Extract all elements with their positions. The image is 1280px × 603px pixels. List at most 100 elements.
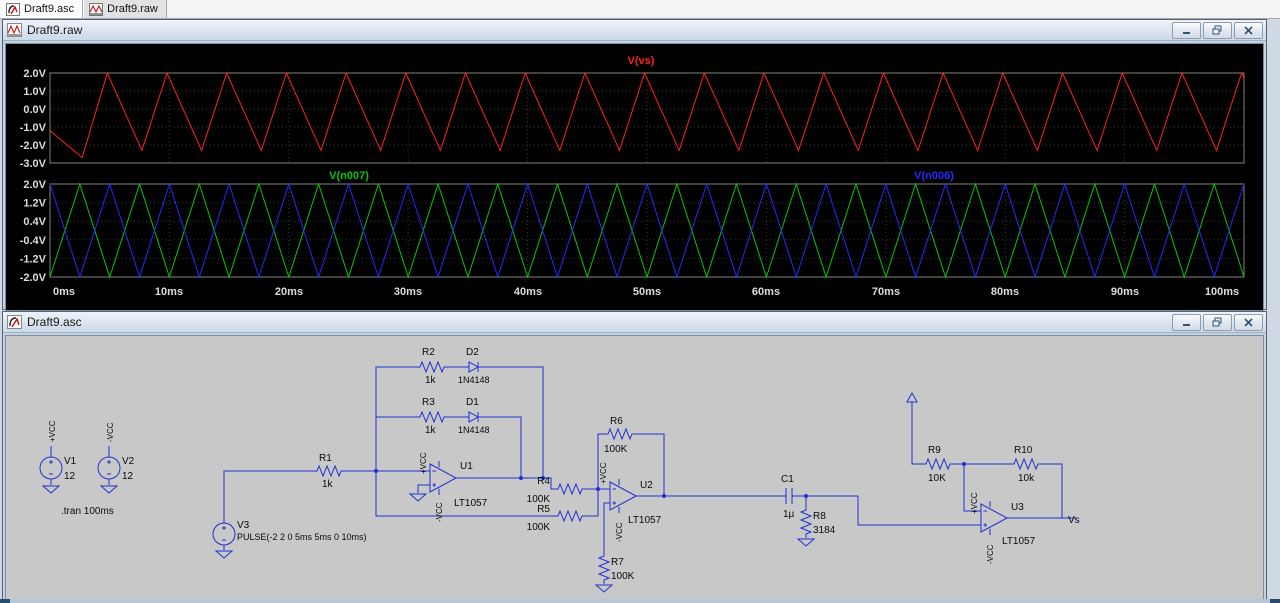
component-v1[interactable]: +VCC V1 12 [39, 420, 77, 494]
ground-symbol[interactable] [409, 493, 427, 502]
component-r6[interactable]: R6 100K [603, 416, 637, 455]
svg-text:LT1057[interactable]: LT1057 [628, 515, 662, 526]
svg-text:R5[interactable]: R5 [537, 504, 550, 515]
schematic-canvas[interactable]: +VCC V1 12 -VCC V2 12 .tran 100ms V3 PUL… [5, 335, 1264, 601]
component-r10[interactable]: R10 10k [1009, 445, 1043, 484]
svg-text:1N4148[interactable]: 1N4148 [458, 375, 490, 385]
component-r8[interactable]: R8 3184 [800, 505, 836, 539]
svg-text:V3[interactable]: V3 [237, 520, 250, 531]
component-d1[interactable]: D1 1N4148 [458, 397, 490, 435]
trace-label[interactable]: V(n006) [914, 170, 954, 182]
component-u1[interactable]: +VCC -VCC U1 LT1057 [419, 452, 488, 522]
net-flag-arrow[interactable] [906, 392, 918, 403]
rail-label: -VCC [986, 544, 995, 564]
svg-text:100K[interactable]: 100K [527, 522, 551, 533]
x-tick-label: 10ms [155, 286, 183, 298]
restore-button[interactable] [1203, 313, 1232, 331]
svg-text:1k[interactable]: 1k [425, 425, 437, 436]
close-button[interactable] [1234, 21, 1263, 39]
svg-text:1µ[interactable]: 1µ [783, 509, 795, 520]
net-flag-label[interactable]: -VCC [106, 422, 115, 442]
svg-text:R9[interactable]: R9 [928, 445, 941, 456]
component-u3[interactable]: +VCC -VCC U3 LT1057 [970, 492, 1036, 564]
svg-text:C1[interactable]: C1 [781, 474, 794, 485]
svg-text:10K[interactable]: 10K [928, 473, 946, 484]
document-tabbar: Draft9.asc Draft9.raw [0, 0, 1280, 19]
waveform-plot-area[interactable]: 2.0V 1.0V 0.0V -1.0V -2.0V -3.0V V(vs) 2.0V 1.2V… [5, 43, 1264, 311]
component-r2[interactable]: R2 1k [415, 347, 449, 386]
component-u2[interactable]: +VCC -VCC U2 LT1057 [599, 462, 662, 542]
svg-text:100K[interactable]: 100K [611, 571, 635, 582]
y-tick-label: -0.4V [20, 235, 47, 247]
ground-symbol[interactable] [595, 584, 613, 593]
waveform-window: Draft9.raw 2.0V 1.0V 0.0V -1.0V -2.0V -3.0V V(… [2, 19, 1267, 311]
component-r1[interactable]: R1 1k [312, 453, 346, 490]
schematic-wires[interactable] [50, 366, 1076, 552]
tab-draft9-raw[interactable]: Draft9.raw [83, 0, 167, 18]
component-r7[interactable]: R7 100K [598, 551, 635, 585]
restore-button[interactable] [1203, 21, 1232, 39]
x-tick-label: 80ms [991, 286, 1019, 298]
svg-text:3184[interactable]: 3184 [813, 525, 836, 536]
waveform-file-icon [89, 2, 104, 16]
svg-text:LT1057[interactable]: LT1057 [454, 498, 488, 509]
ground-symbol[interactable] [797, 538, 815, 547]
svg-text:V2[interactable]: V2 [122, 456, 135, 467]
window-corner-left [0, 599, 10, 603]
svg-text:U3[interactable]: U3 [1011, 502, 1024, 513]
component-r9[interactable]: R9 10K [921, 445, 955, 484]
waveform-icon [7, 23, 22, 37]
trace-label[interactable]: V(vs) [628, 55, 655, 67]
output-net-label[interactable]: Vs [1068, 515, 1080, 526]
component-v3[interactable]: V3 PULSE(-2 2 0 5ms 5ms 0 10ms) [212, 520, 367, 559]
svg-text:U2[interactable]: U2 [640, 480, 653, 491]
component-v2[interactable]: -VCC V2 12 [97, 422, 135, 494]
component-r5[interactable]: R5 100K [527, 504, 587, 533]
close-button[interactable] [1234, 313, 1263, 331]
ltspice-schematic-icon [7, 315, 22, 329]
svg-text:12[interactable]: 12 [64, 471, 76, 482]
svg-text:R7[interactable]: R7 [611, 557, 624, 568]
component-c1[interactable]: C1 1µ [778, 474, 800, 520]
svg-text:R1[interactable]: R1 [319, 453, 332, 464]
svg-text:12[interactable]: 12 [122, 471, 134, 482]
component-r4[interactable]: R4 100K [527, 476, 587, 505]
x-tick-label: 30ms [394, 286, 422, 298]
svg-text:PULSE(-2 2 0 5ms 5ms 0 10ms)[interactable]: PULSE(-2 2 0 5ms 5ms 0 10ms) [237, 532, 367, 542]
tab-draft9-asc[interactable]: Draft9.asc [0, 0, 84, 18]
schematic-drawing[interactable]: +VCC V1 12 -VCC V2 12 .tran 100ms V3 PUL… [6, 336, 1261, 595]
svg-text:1k[interactable]: 1k [425, 375, 437, 386]
svg-text:R10[interactable]: R10 [1014, 445, 1033, 456]
svg-text:R4[interactable]: R4 [537, 476, 550, 487]
component-r3[interactable]: R3 1k [415, 397, 449, 436]
schematic-window: Draft9.asc +VCC V1 12 -VCC V2 12 .tran 1… [2, 311, 1267, 601]
svg-text:100K[interactable]: 100K [604, 444, 628, 455]
net-flag-label[interactable]: +VCC [48, 420, 57, 442]
minimize-button[interactable] [1172, 21, 1201, 39]
svg-text:R2[interactable]: R2 [422, 347, 435, 358]
y-tick-label: 0.0V [23, 104, 46, 116]
waveform-plot[interactable]: 2.0V 1.0V 0.0V -1.0V -2.0V -3.0V V(vs) 2.0V 1.2V… [6, 44, 1261, 305]
schematic-window-titlebar[interactable]: Draft9.asc [3, 312, 1266, 333]
svg-text:U1[interactable]: U1 [460, 461, 473, 472]
x-tick-label: 20ms [275, 286, 303, 298]
svg-text:1N4148[interactable]: 1N4148 [458, 425, 490, 435]
svg-text:D2[interactable]: D2 [466, 347, 479, 358]
svg-text:R6[interactable]: R6 [610, 416, 623, 427]
x-tick-label: 0ms [53, 286, 75, 298]
svg-text:R3[interactable]: R3 [422, 397, 435, 408]
minimize-button[interactable] [1172, 313, 1201, 331]
x-tick-label: 100ms [1205, 286, 1239, 298]
spice-directive[interactable]: .tran 100ms [61, 506, 114, 517]
waveform-window-titlebar[interactable]: Draft9.raw [3, 20, 1266, 41]
svg-text:D1[interactable]: D1 [466, 397, 479, 408]
trace-label[interactable]: V(n007) [329, 170, 369, 182]
window-controls [1172, 21, 1263, 39]
svg-text:R8[interactable]: R8 [813, 511, 826, 522]
svg-text:V1[interactable]: V1 [64, 456, 77, 467]
svg-text:1k[interactable]: 1k [322, 479, 334, 490]
y-tick-label: 1.2V [23, 198, 46, 210]
svg-text:10k[interactable]: 10k [1018, 473, 1035, 484]
svg-text:LT1057[interactable]: LT1057 [1002, 536, 1036, 547]
component-d2[interactable]: D2 1N4148 [458, 347, 490, 385]
